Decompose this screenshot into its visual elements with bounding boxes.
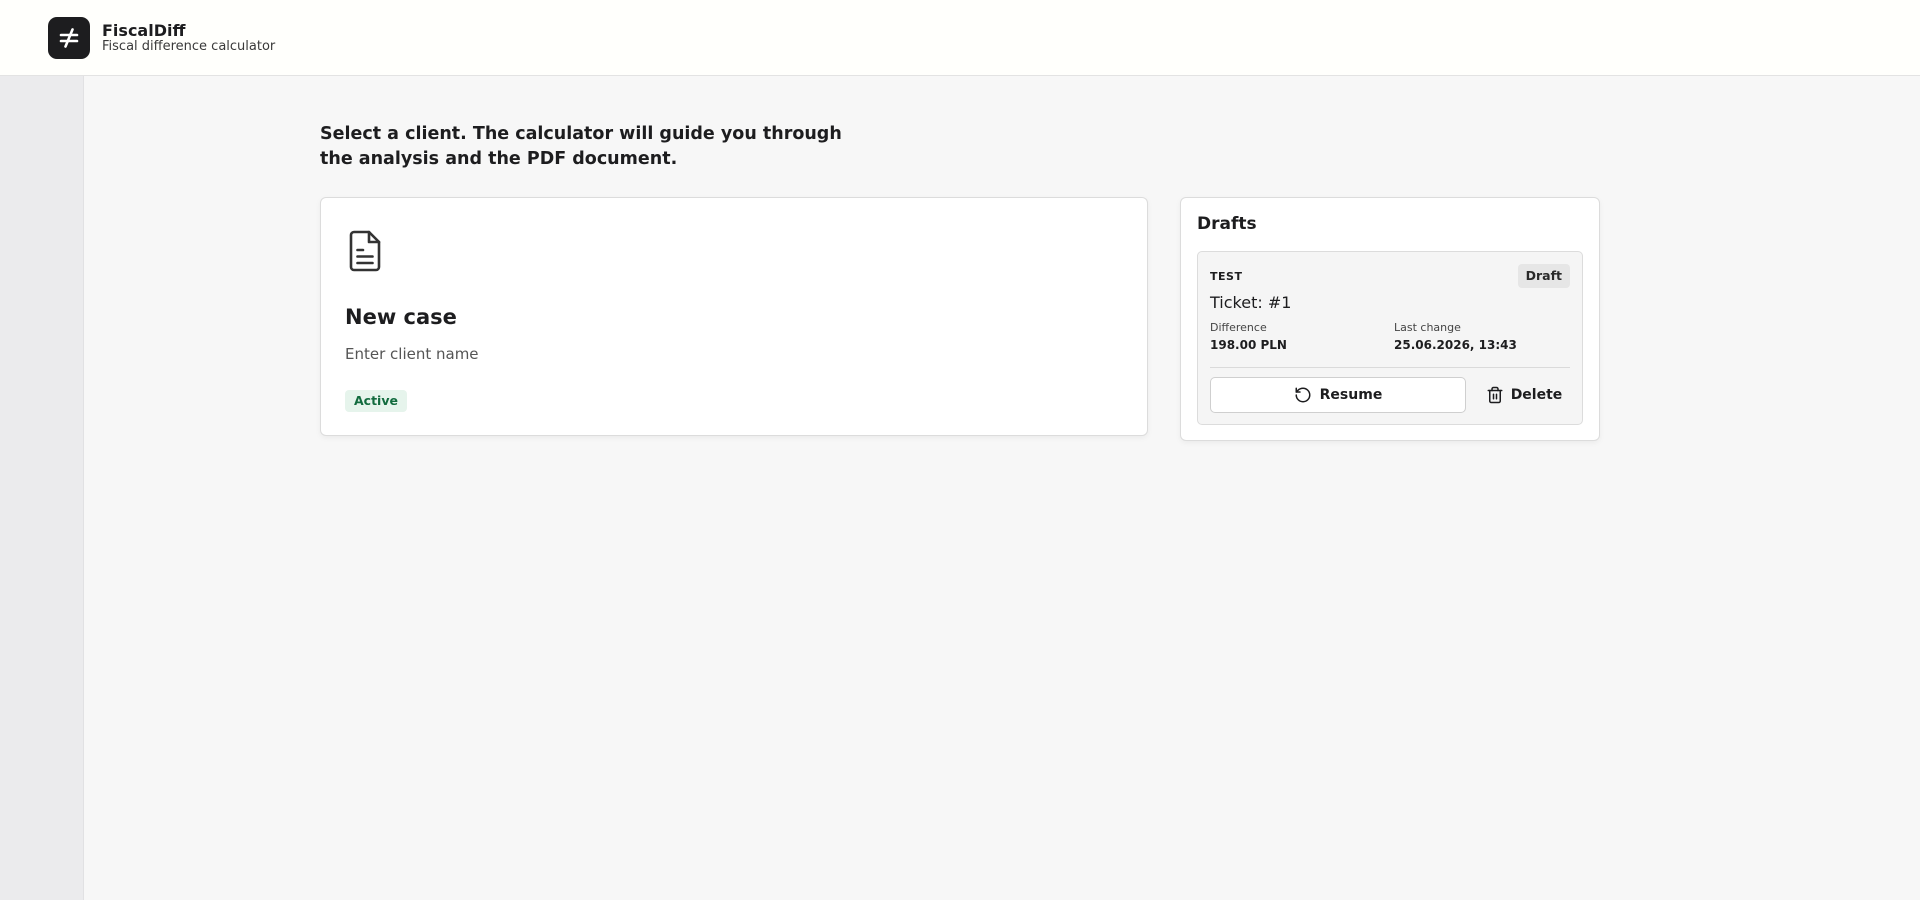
trash-icon (1486, 386, 1504, 404)
resume-button[interactable]: Resume (1210, 377, 1466, 413)
new-case-subtitle: Enter client name (345, 345, 479, 363)
drafts-panel: Drafts TEST Draft Ticket: #1 Difference … (1180, 197, 1600, 441)
draft-badge: Draft (1517, 264, 1570, 288)
difference-value: 198.00 PLN (1210, 338, 1287, 352)
resume-button-label: Resume (1319, 387, 1383, 403)
delete-button-label: Delete (1510, 387, 1563, 403)
draft-ticket: Ticket: #1 (1210, 293, 1292, 312)
new-case-card[interactable]: New case Enter client name Active (320, 197, 1148, 436)
draft-client-name: TEST (1210, 270, 1243, 283)
app-subtitle: Fiscal difference calculator (102, 39, 276, 54)
rotate-ccw-icon (1294, 386, 1312, 404)
sidebar (0, 76, 84, 900)
status-badge: Active (345, 390, 407, 412)
not-equal-icon[interactable] (48, 17, 90, 59)
new-case-title: New case (345, 305, 457, 329)
drafts-title: Drafts (1197, 214, 1257, 234)
app-title: FiscalDiff (102, 21, 186, 40)
last-change-label: Last change (1394, 321, 1461, 334)
document-icon (349, 230, 381, 272)
intro-text: Select a client. The calculator will gui… (320, 124, 842, 169)
last-change-value: 25.06.2026, 13:43 (1394, 338, 1517, 352)
draft-item: TEST Draft Ticket: #1 Difference 198.00 … (1197, 251, 1583, 425)
top-bar: FiscalDiff Fiscal difference calculator (0, 0, 1920, 76)
draft-divider (1210, 367, 1570, 368)
delete-button[interactable]: Delete (1478, 377, 1570, 413)
difference-label: Difference (1210, 321, 1267, 334)
